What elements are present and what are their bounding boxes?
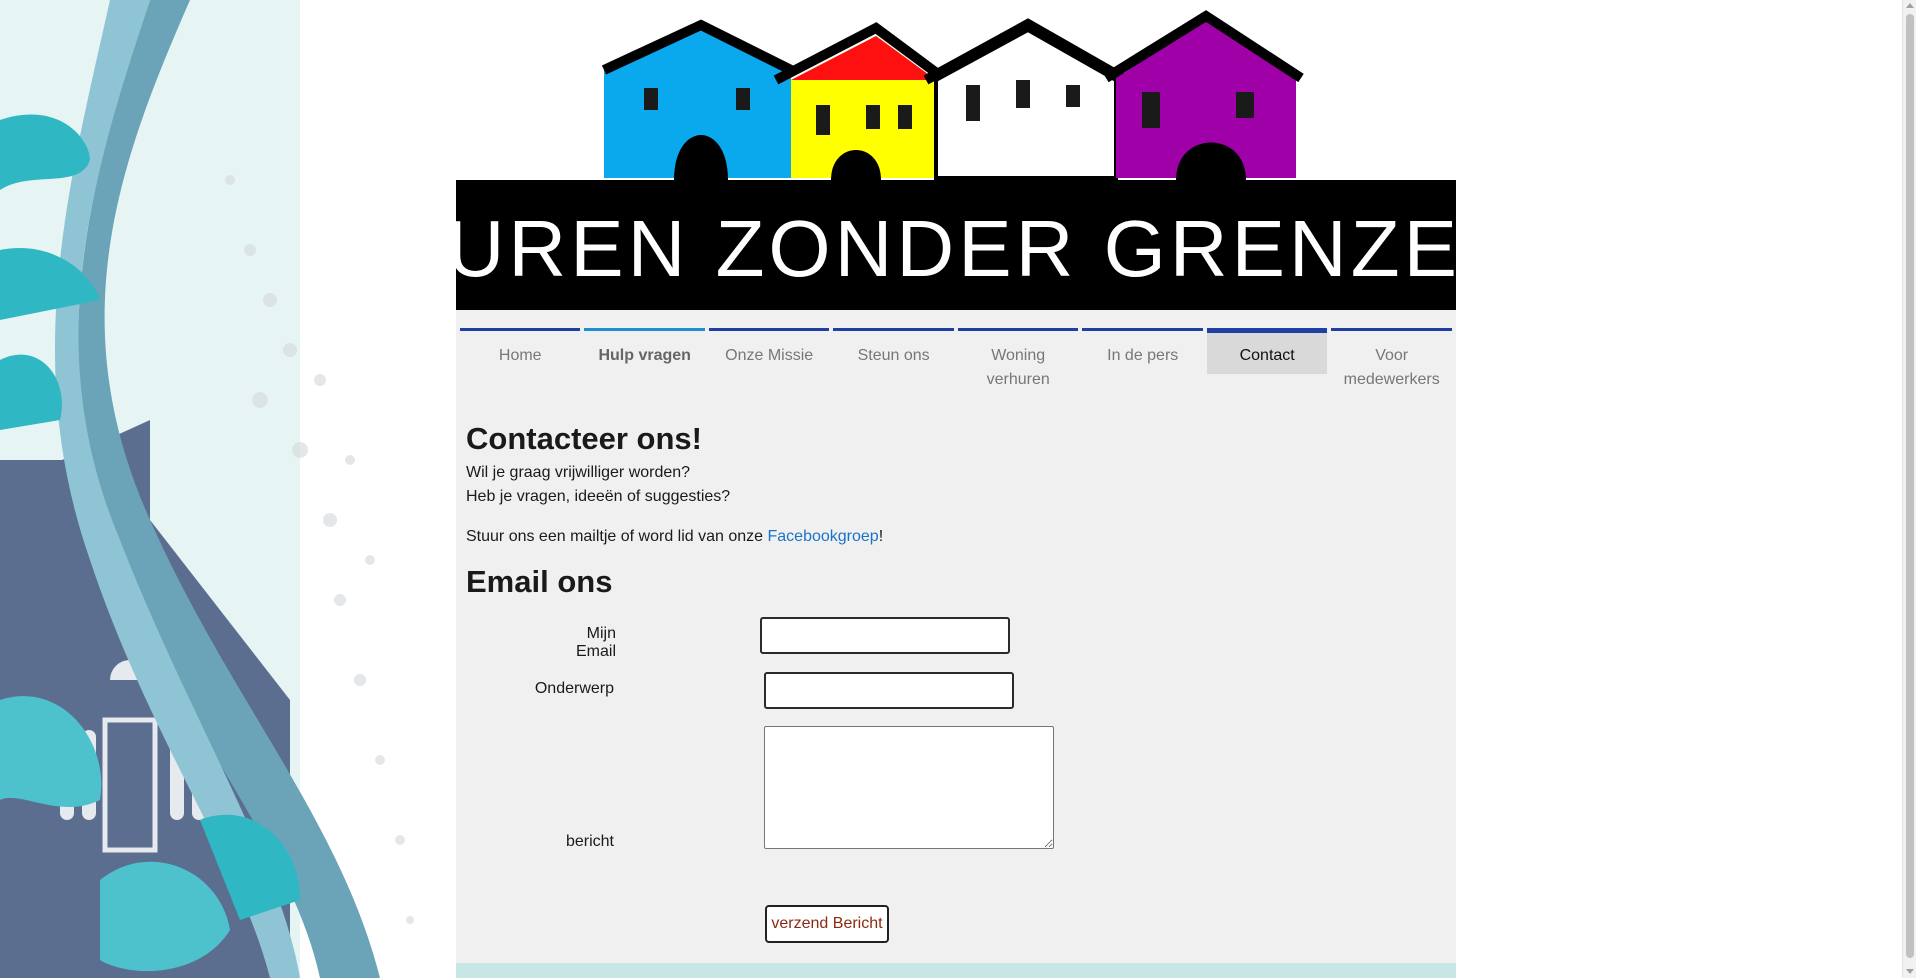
message-textarea[interactable] (764, 726, 1054, 849)
nav-item-woning-verhuren[interactable]: Woning verhuren (957, 328, 1079, 400)
send-message-button[interactable]: verzend Bericht (765, 905, 889, 943)
vertical-scrollbar[interactable] (1902, 0, 1916, 978)
nav-item-hulp-vragen[interactable]: Hulp vragen (584, 328, 705, 400)
nav-item-home[interactable]: Home (460, 328, 581, 400)
mail-text: Stuur ons een mailtje of word lid van on… (466, 528, 768, 545)
message-label: bericht (565, 833, 614, 850)
nav-item-voor-medewerkers[interactable]: Voor medewerkers (1331, 328, 1452, 400)
main-navigation: Home Hulp vragen Onze Missie Steun ons W… (458, 328, 1454, 400)
nav-item-contact[interactable]: Contact (1206, 328, 1328, 374)
page-title: Contacteer ons! (466, 421, 702, 456)
mail-paragraph: Stuur ons een mailtje of word lid van on… (466, 525, 1446, 549)
site-logo[interactable]: BUREN ZONDER GRENZEN (456, 0, 1456, 310)
contact-content: Contacteer ons! Wil je graag vrijwillige… (466, 420, 1446, 601)
mail-suffix: ! (878, 528, 884, 545)
facebook-group-link[interactable]: Facebookgroep (768, 528, 879, 545)
footer-strip (456, 963, 1456, 978)
form-title: Email ons (466, 564, 613, 599)
intro-line-volunteer: Wil je graag vrijwilliger worden? (466, 464, 691, 481)
email-label: Mijn Email (575, 625, 616, 660)
nav-item-in-de-pers[interactable]: In de pers (1082, 328, 1203, 400)
page-container: BUREN ZONDER GRENZEN Home Hulp vragen On… (456, 0, 1456, 978)
background-illustration (0, 0, 460, 978)
intro-line-questions: Heb je vragen, ideeën of suggesties? (466, 488, 731, 505)
scroll-down-arrow-icon[interactable] (1906, 969, 1914, 974)
nav-item-onze-missie[interactable]: Onze Missie (708, 328, 830, 400)
email-field[interactable] (760, 617, 1010, 654)
nav-item-steun-ons[interactable]: Steun ons (833, 328, 954, 400)
scroll-up-arrow-icon[interactable] (1906, 3, 1914, 8)
intro-paragraph: Wil je graag vrijwilliger worden? Heb je… (466, 461, 1446, 509)
subject-label: Onderwerp (534, 680, 614, 697)
logo-text: BUREN ZONDER GRENZEN (456, 204, 1456, 293)
subject-field[interactable] (764, 672, 1014, 709)
scrollbar-thumb[interactable] (1906, 14, 1914, 958)
